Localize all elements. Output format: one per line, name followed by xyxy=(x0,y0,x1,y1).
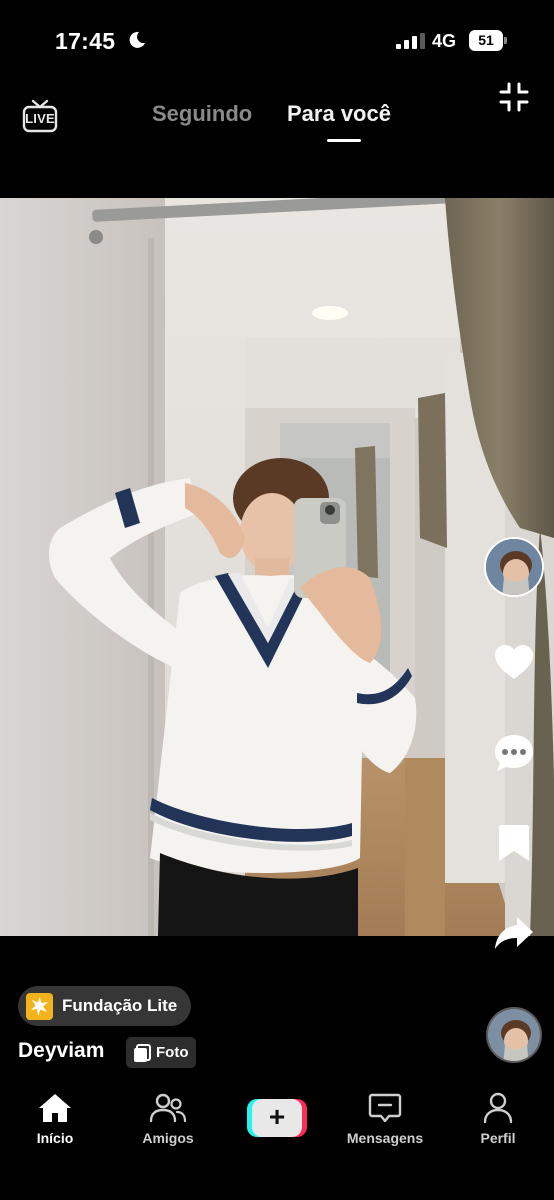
status-time: 17:45 xyxy=(55,28,116,54)
fitting-room-photo xyxy=(0,198,554,936)
tab-for-you[interactable]: Para você xyxy=(287,101,391,127)
photo-label: Foto xyxy=(156,1044,189,1061)
tab-following[interactable]: Seguindo xyxy=(152,101,252,127)
heart-icon[interactable] xyxy=(493,642,535,684)
photo-icon xyxy=(134,1043,151,1062)
photo-badge: Foto xyxy=(126,1037,197,1068)
profile-icon xyxy=(483,1092,513,1124)
bookmark-icon[interactable] xyxy=(493,822,535,864)
active-tab-indicator xyxy=(327,139,361,142)
signal-icon xyxy=(396,33,425,49)
sound-disc[interactable] xyxy=(486,1007,542,1063)
nav-profile-label: Perfil xyxy=(480,1130,516,1146)
effect-label: Fundação Lite xyxy=(62,996,178,1015)
moon-icon xyxy=(129,31,145,48)
nav-friends[interactable]: Amigos xyxy=(113,1092,223,1146)
collapse-icon[interactable] xyxy=(497,80,531,114)
nav-messages[interactable]: Mensagens xyxy=(330,1092,440,1146)
nav-profile[interactable]: Perfil xyxy=(443,1092,553,1146)
share-icon[interactable] xyxy=(493,913,535,955)
top-nav: LIVE Seguindo Para você xyxy=(0,80,554,180)
sound-cover-image xyxy=(488,1009,540,1061)
live-button[interactable]: LIVE xyxy=(22,97,58,133)
create-plus-icon: + xyxy=(268,1101,286,1132)
nav-home-label: Início xyxy=(36,1130,74,1146)
comment-icon[interactable] xyxy=(493,732,535,774)
battery-icon: 51 xyxy=(469,30,509,51)
nav-messages-label: Mensagens xyxy=(346,1130,424,1146)
create-button[interactable]: + xyxy=(247,1099,307,1137)
effect-icon xyxy=(26,992,53,1020)
inbox-icon xyxy=(368,1093,402,1123)
creator-avatar[interactable] xyxy=(484,537,544,597)
friends-icon xyxy=(149,1093,187,1123)
post-photo[interactable] xyxy=(0,198,554,936)
creator-username[interactable]: Deyviam xyxy=(18,1039,104,1063)
live-label: LIVE xyxy=(25,111,55,126)
nav-home[interactable]: Início xyxy=(0,1092,110,1146)
network-type: 4G xyxy=(432,31,457,51)
bottom-nav: Início Amigos + Mensagens Perfil xyxy=(0,1082,554,1200)
home-icon xyxy=(39,1094,71,1122)
nav-friends-label: Amigos xyxy=(142,1130,194,1146)
effect-badge[interactable]: Fundação Lite xyxy=(18,986,192,1026)
battery-tip xyxy=(504,37,507,44)
status-bar: 17:45 4G 51 xyxy=(0,0,554,80)
battery-level: 51 xyxy=(469,30,503,51)
